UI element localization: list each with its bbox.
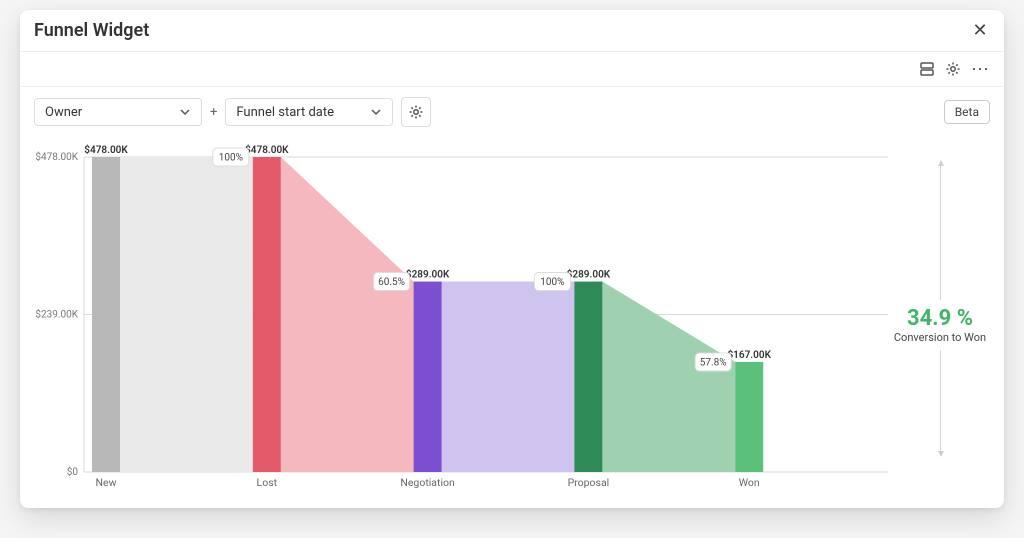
funnel-connector (602, 282, 735, 472)
bar-value-label: $478.00K (84, 143, 128, 156)
x-tick-label: New (96, 476, 117, 489)
bar-value-label: $167.00K (727, 348, 771, 361)
conversion-pill-label: 100% (540, 277, 564, 288)
beta-badge: Beta (944, 100, 990, 124)
x-tick-label: Proposal (568, 476, 610, 489)
filter-settings-button[interactable] (401, 97, 431, 127)
funnel-bar (574, 282, 602, 472)
layout-icon[interactable] (919, 61, 935, 77)
y-tick-label: $239.00K (35, 308, 78, 321)
funnel-bar (92, 157, 120, 472)
filter-join: + (210, 105, 217, 120)
header: Funnel Widget ✕ (20, 10, 1004, 52)
chart-container: $0 $239.00K $478.00K $478.00K New $478.00K Los… (20, 137, 1004, 508)
close-button[interactable]: ✕ (970, 22, 990, 40)
funnel-start-date-label: Funnel start date (236, 105, 334, 120)
bar-value-label: $478.00K (245, 143, 289, 156)
funnel-chart-svg: $0 $239.00K $478.00K $478.00K New $478.00K Los… (34, 137, 890, 492)
sub-toolbar: ⋯ (20, 52, 1004, 87)
x-tick-label: Negotiation (400, 476, 455, 489)
funnel-connector (442, 282, 575, 472)
gear-icon[interactable] (945, 61, 961, 77)
x-tick-label: Lost (257, 476, 278, 489)
conversion-pill-label: 100% (219, 153, 243, 164)
owner-filter-label: Owner (45, 105, 82, 120)
conversion-summary: 34.9 % Conversion to Won (890, 137, 990, 492)
gear-icon (408, 104, 424, 120)
chevron-down-icon (177, 104, 193, 120)
funnel-connector (281, 157, 414, 472)
filter-group: Owner + Funnel start date (34, 97, 431, 127)
page-title: Funnel Widget (34, 20, 149, 41)
y-tick-label: $478.00K (35, 150, 78, 163)
funnel-chart: $0 $239.00K $478.00K $478.00K New $478.00K Los… (34, 137, 890, 492)
conversion-caption: Conversion to Won (894, 331, 986, 344)
funnel-start-date-filter[interactable]: Funnel start date (225, 98, 393, 126)
owner-filter[interactable]: Owner (34, 98, 202, 126)
bar-value-label: $289.00K (567, 268, 611, 281)
x-tick-label: Won (739, 476, 760, 489)
conversion-value: 34.9 % (894, 306, 986, 331)
filter-bar: Owner + Funnel start date Beta (20, 87, 1004, 137)
funnel-bar (735, 362, 763, 472)
y-tick-label: $0 (67, 465, 79, 478)
widget-card: Funnel Widget ✕ ⋯ Owner + Funnel start d… (20, 10, 1004, 508)
funnel-bar (414, 282, 442, 472)
funnel-bar (253, 157, 281, 472)
more-icon[interactable]: ⋯ (971, 59, 990, 80)
conversion-metric: 34.9 % Conversion to Won (892, 300, 988, 350)
funnel-connector (120, 157, 253, 472)
chevron-down-icon (368, 104, 384, 120)
conversion-pill-label: 60.5% (378, 277, 405, 288)
conversion-pill-label: 57.8% (700, 357, 727, 368)
bar-value-label: $289.00K (406, 268, 450, 281)
